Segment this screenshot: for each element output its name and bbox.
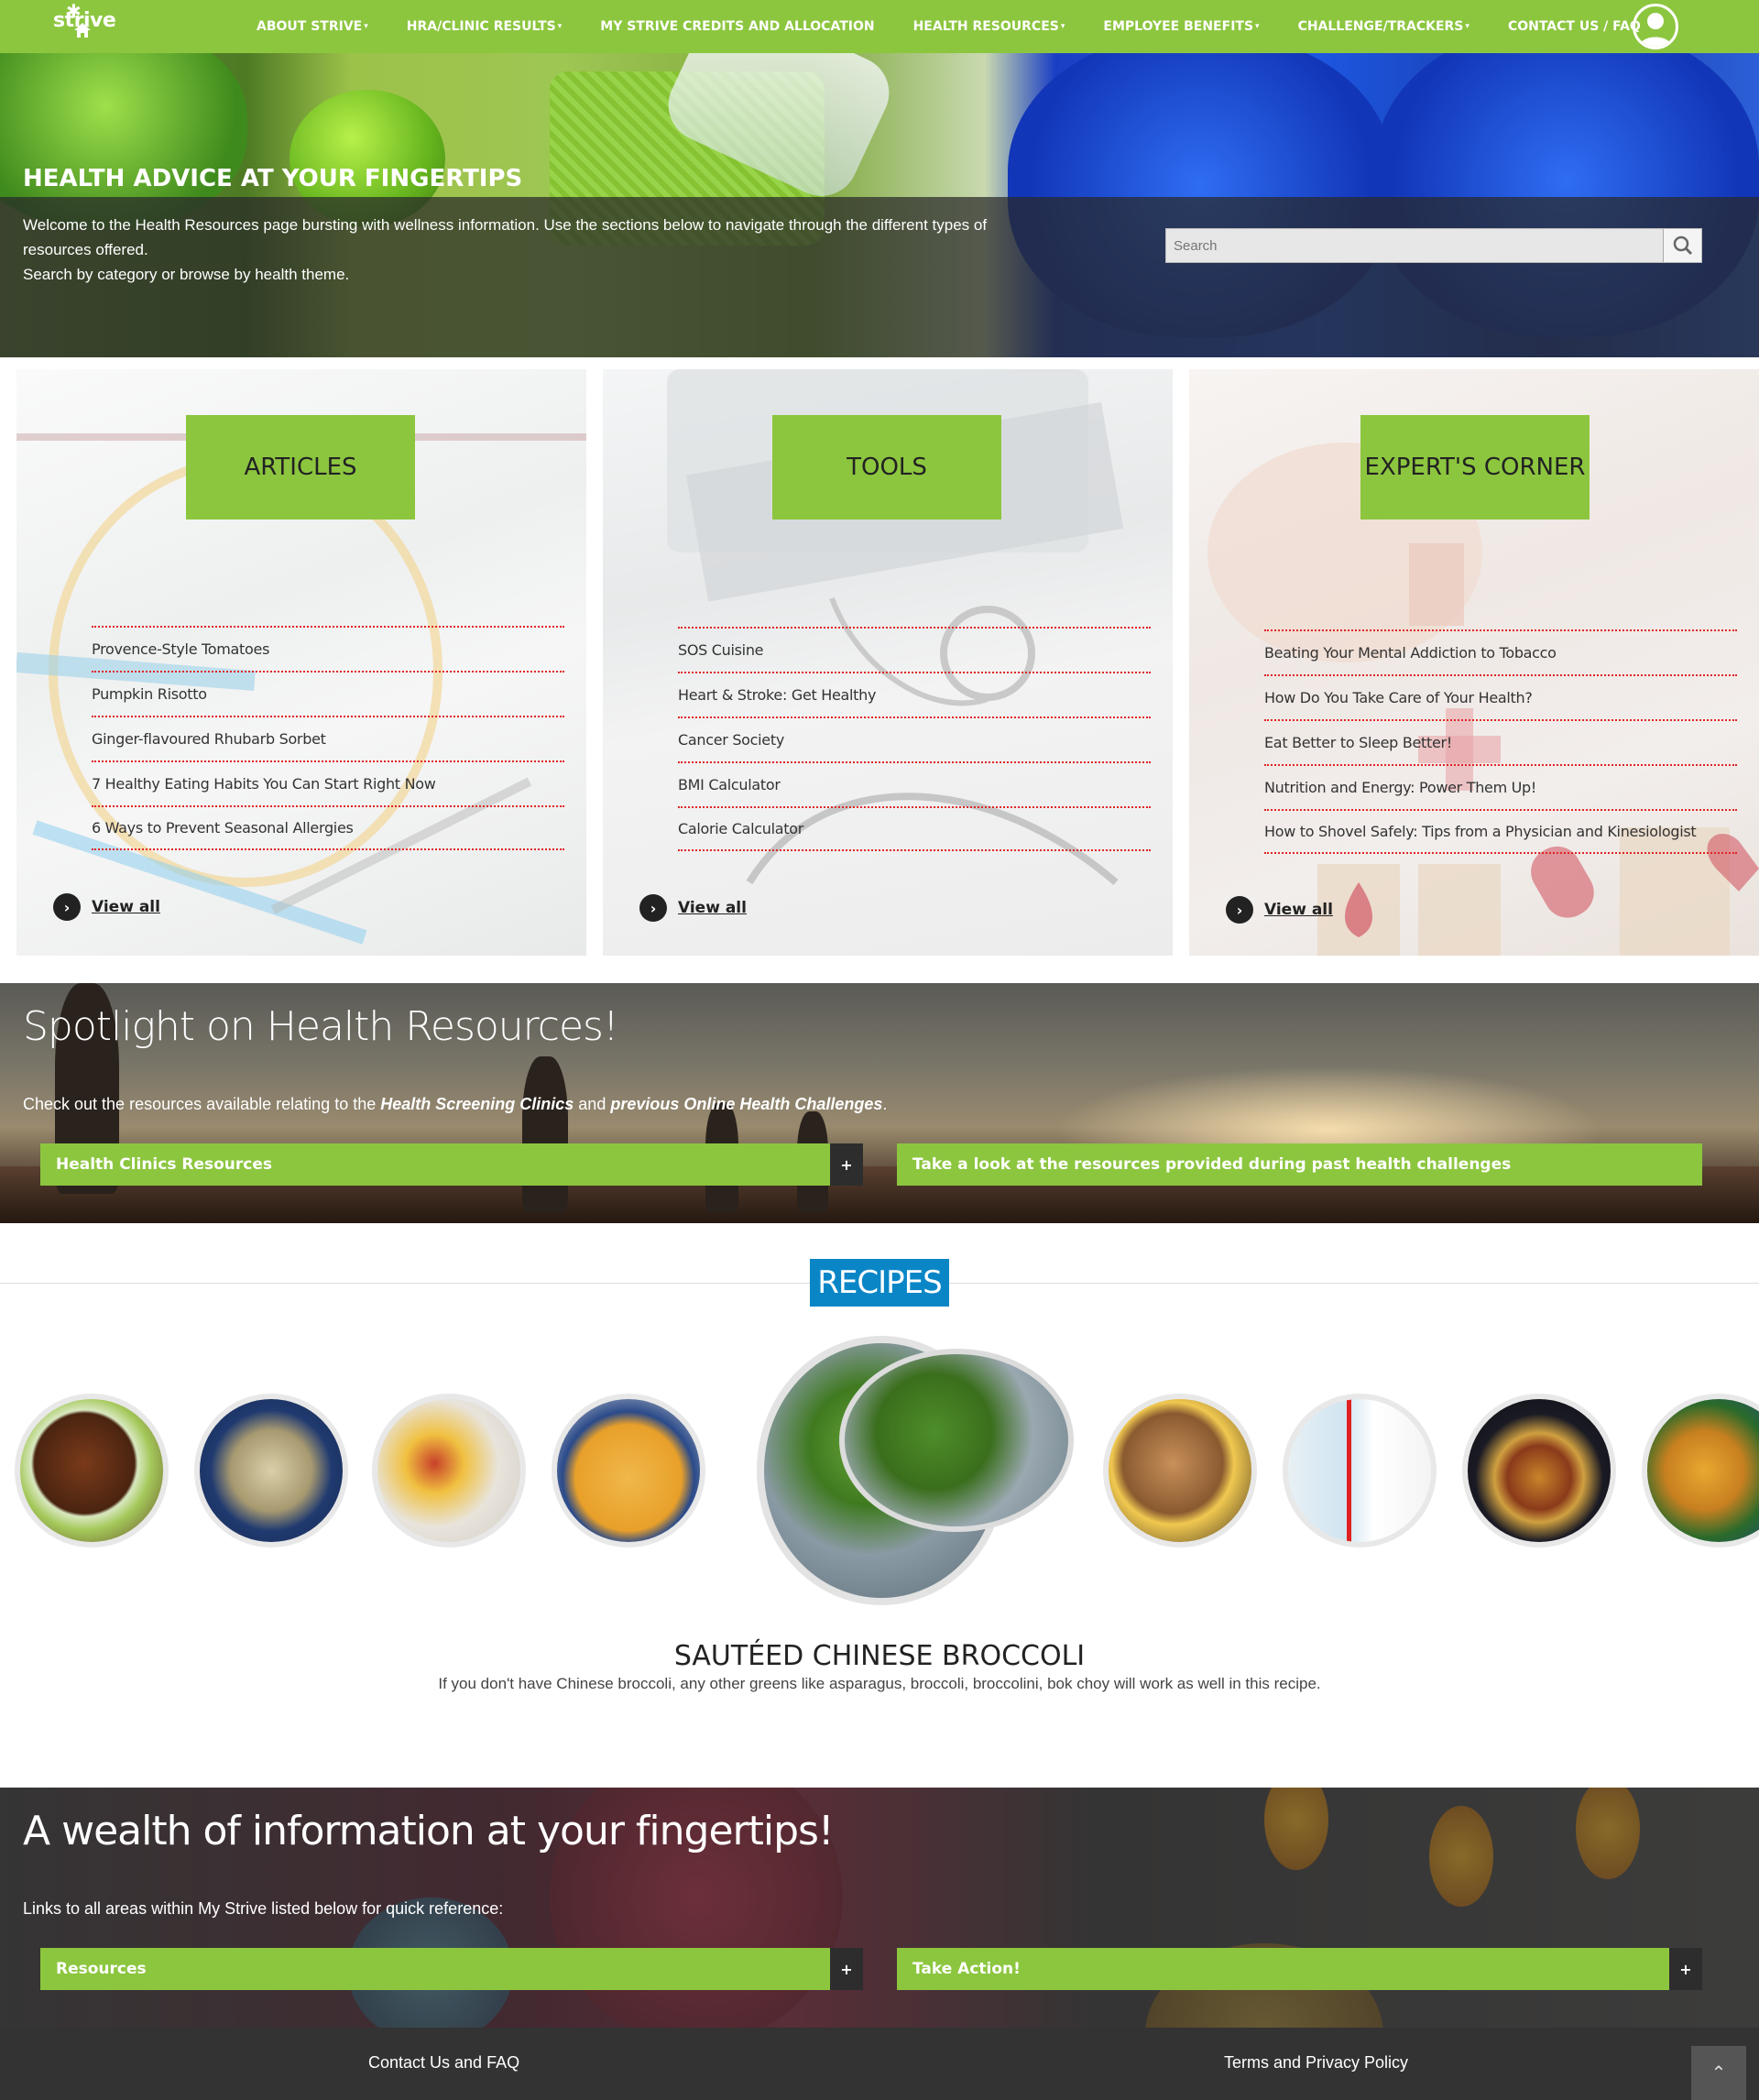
chevron-up-icon: ⌃: [1710, 2063, 1727, 2084]
list-item[interactable]: Provence-Style Tomatoes: [92, 626, 564, 671]
caret-down-icon: ▾: [1465, 22, 1469, 31]
caret-down-icon: ▾: [557, 22, 563, 31]
expand-plus-icon[interactable]: +: [830, 1948, 863, 1990]
accordion-label: Resources: [56, 1960, 147, 1978]
health-clinics-resources-accordion[interactable]: Health Clinics Resources +: [40, 1143, 863, 1186]
nav-item-about-strive[interactable]: ABOUT STRIVE ▾: [257, 19, 368, 34]
featured-recipe-image-top[interactable]: [839, 1349, 1074, 1532]
list-item[interactable]: 7 Healthy Eating Habits You Can Start Ri…: [92, 760, 564, 805]
experts-corner-heading[interactable]: EXPERT'S CORNER: [1360, 415, 1590, 520]
list-item[interactable]: Pumpkin Risotto: [92, 671, 564, 716]
list-item[interactable]: Nutrition and Energy: Power Them Up!: [1264, 764, 1737, 809]
view-all-label: View all: [92, 898, 160, 916]
terms-privacy-link[interactable]: Terms and Privacy Policy: [1224, 2053, 1408, 2073]
accordion-label: Take Action!: [912, 1960, 1021, 1978]
hero-banner: [0, 53, 1759, 357]
health-screening-clinics-link[interactable]: Health Screening Clinics: [380, 1095, 574, 1113]
nav-item-employee-benefits[interactable]: EMPLOYEE BENEFITS ▾: [1103, 19, 1259, 34]
search-button[interactable]: [1663, 229, 1701, 262]
spotlight-text: .: [882, 1095, 888, 1113]
list-item[interactable]: Beating Your Mental Addiction to Tobacco: [1264, 629, 1737, 674]
hiker-silhouette: [522, 1056, 568, 1212]
contact-faq-link[interactable]: Contact Us and FAQ: [368, 2053, 519, 2073]
hero-title: HEALTH ADVICE AT YOUR FINGERTIPS: [23, 165, 523, 192]
search-icon: [1673, 235, 1693, 256]
spotlight-description: Check out the resources available relati…: [23, 1095, 887, 1114]
spotlight-section: Spotlight on Health Resources! Check out…: [0, 983, 1759, 1223]
accordion-label: Take a look at the resources provided du…: [912, 1155, 1512, 1174]
search-input[interactable]: [1166, 229, 1663, 262]
quick-links-section: A wealth of information at your fingerti…: [0, 1788, 1759, 2028]
expand-plus-icon[interactable]: +: [830, 1143, 863, 1186]
caret-down-icon: ▾: [364, 22, 368, 31]
nav-item-hra-clinic-results[interactable]: HRA/CLINIC RESULTS ▾: [407, 19, 563, 34]
view-all-label: View all: [1264, 901, 1333, 919]
featured-recipe-description: If you don't have Chinese broccoli, any …: [438, 1675, 1321, 1692]
recipe-thumbnail[interactable]: [372, 1394, 526, 1548]
list-item[interactable]: SOS Cuisine: [678, 627, 1151, 672]
past-challenges-resources-accordion[interactable]: Take a look at the resources provided du…: [897, 1143, 1702, 1186]
recipe-thumbnail[interactable]: [552, 1394, 705, 1548]
tools-list: SOS Cuisine Heart & Stroke: Get Healthy …: [678, 627, 1151, 851]
list-item[interactable]: Cancer Society: [678, 716, 1151, 761]
recipes-heading: RECIPES: [810, 1259, 949, 1307]
accordion-label: Health Clinics Resources: [56, 1155, 273, 1174]
list-item[interactable]: BMI Calculator: [678, 761, 1151, 806]
chevron-right-icon: ›: [639, 894, 667, 922]
articles-card: ARTICLES Provence-Style Tomatoes Pumpkin…: [16, 369, 586, 956]
list-item[interactable]: Heart & Stroke: Get Healthy: [678, 672, 1151, 716]
recipe-thumbnail[interactable]: [1642, 1394, 1759, 1548]
home-icon[interactable]: [73, 22, 92, 38]
list-item[interactable]: How Do You Take Care of Your Health?: [1264, 674, 1737, 719]
quick-links-description: Links to all areas within My Strive list…: [23, 1899, 504, 1918]
back-to-top-button[interactable]: ⌃: [1691, 2046, 1746, 2100]
list-item[interactable]: How to Shovel Safely: Tips from a Physic…: [1264, 809, 1737, 854]
recipe-thumbnail[interactable]: [194, 1394, 348, 1548]
take-action-accordion[interactable]: Take Action! +: [897, 1948, 1702, 1990]
hero-description: Welcome to the Health Resources page bur…: [23, 213, 1049, 287]
tools-view-all-link[interactable]: › View all: [639, 894, 747, 922]
list-item[interactable]: 6 Ways to Prevent Seasonal Allergies: [92, 805, 564, 850]
quick-links-title: A wealth of information at your fingerti…: [23, 1808, 835, 1854]
chevron-right-icon: ›: [1226, 896, 1253, 924]
spotlight-text: and: [574, 1095, 611, 1113]
recipe-thumbnail-detail: [1347, 1399, 1351, 1542]
articles-list: Provence-Style Tomatoes Pumpkin Risotto …: [92, 626, 564, 850]
chevron-right-icon: ›: [53, 893, 81, 921]
recipe-thumbnail[interactable]: [1103, 1394, 1257, 1548]
experts-corner-card: EXPERT'S CORNER Beating Your Mental Addi…: [1189, 369, 1759, 956]
hero-search-hint: Search by category or browse by health t…: [23, 266, 350, 283]
list-item[interactable]: Ginger-flavoured Rhubarb Sorbet: [92, 716, 564, 760]
view-all-label: View all: [678, 899, 747, 917]
nav-item-challenge-trackers[interactable]: CHALLENGE/TRACKERS ▾: [1298, 19, 1469, 34]
featured-recipe-title[interactable]: SAUTÉED CHINESE BROCCOLI: [0, 1640, 1759, 1672]
caret-down-icon: ▾: [1255, 22, 1260, 31]
experts-corner-list: Beating Your Mental Addiction to Tobacco…: [1264, 629, 1737, 854]
search-bar: [1165, 228, 1702, 263]
user-profile-icon[interactable]: [1633, 4, 1678, 49]
tools-card: TOOLS SOS Cuisine Heart & Stroke: Get He…: [603, 369, 1173, 956]
footer: Contact Us and FAQ Terms and Privacy Pol…: [0, 2028, 1759, 2100]
recipe-thumbnail[interactable]: [1283, 1394, 1437, 1548]
resources-accordion[interactable]: Resources +: [40, 1948, 863, 1990]
nav-item-contact-faq[interactable]: CONTACT US / FAQ: [1508, 19, 1641, 34]
articles-heading[interactable]: ARTICLES: [186, 415, 415, 520]
spotlight-title: Spotlight on Health Resources!: [23, 1003, 619, 1050]
nav-item-health-resources[interactable]: HEALTH RESOURCES ▾: [913, 19, 1065, 34]
nav-menu: ABOUT STRIVE ▾ HRA/CLINIC RESULTS ▾ MY STR…: [257, 0, 1679, 53]
caret-down-icon: ▾: [1060, 22, 1065, 31]
spotlight-text: Check out the resources available relati…: [23, 1095, 381, 1113]
online-health-challenges-link[interactable]: previous Online Health Challenges: [610, 1095, 882, 1113]
experts-corner-view-all-link[interactable]: › View all: [1226, 896, 1333, 924]
articles-view-all-link[interactable]: › View all: [53, 893, 160, 921]
top-nav: ✱ strive ABOUT STRIVE ▾ HRA/CLINIC RESULT…: [0, 0, 1759, 53]
list-item[interactable]: Calorie Calculator: [678, 806, 1151, 851]
tools-heading[interactable]: TOOLS: [772, 415, 1001, 520]
expand-plus-icon[interactable]: +: [1669, 1948, 1702, 1990]
recipe-thumbnail[interactable]: [1462, 1394, 1616, 1548]
list-item[interactable]: Eat Better to Sleep Better!: [1264, 719, 1737, 764]
hero-intro-text: Welcome to the Health Resources page bur…: [23, 216, 988, 258]
nav-item-strive-credits[interactable]: MY STRIVE CREDITS AND ALLOCATION: [600, 19, 874, 34]
recipe-thumbnail[interactable]: [15, 1394, 169, 1548]
